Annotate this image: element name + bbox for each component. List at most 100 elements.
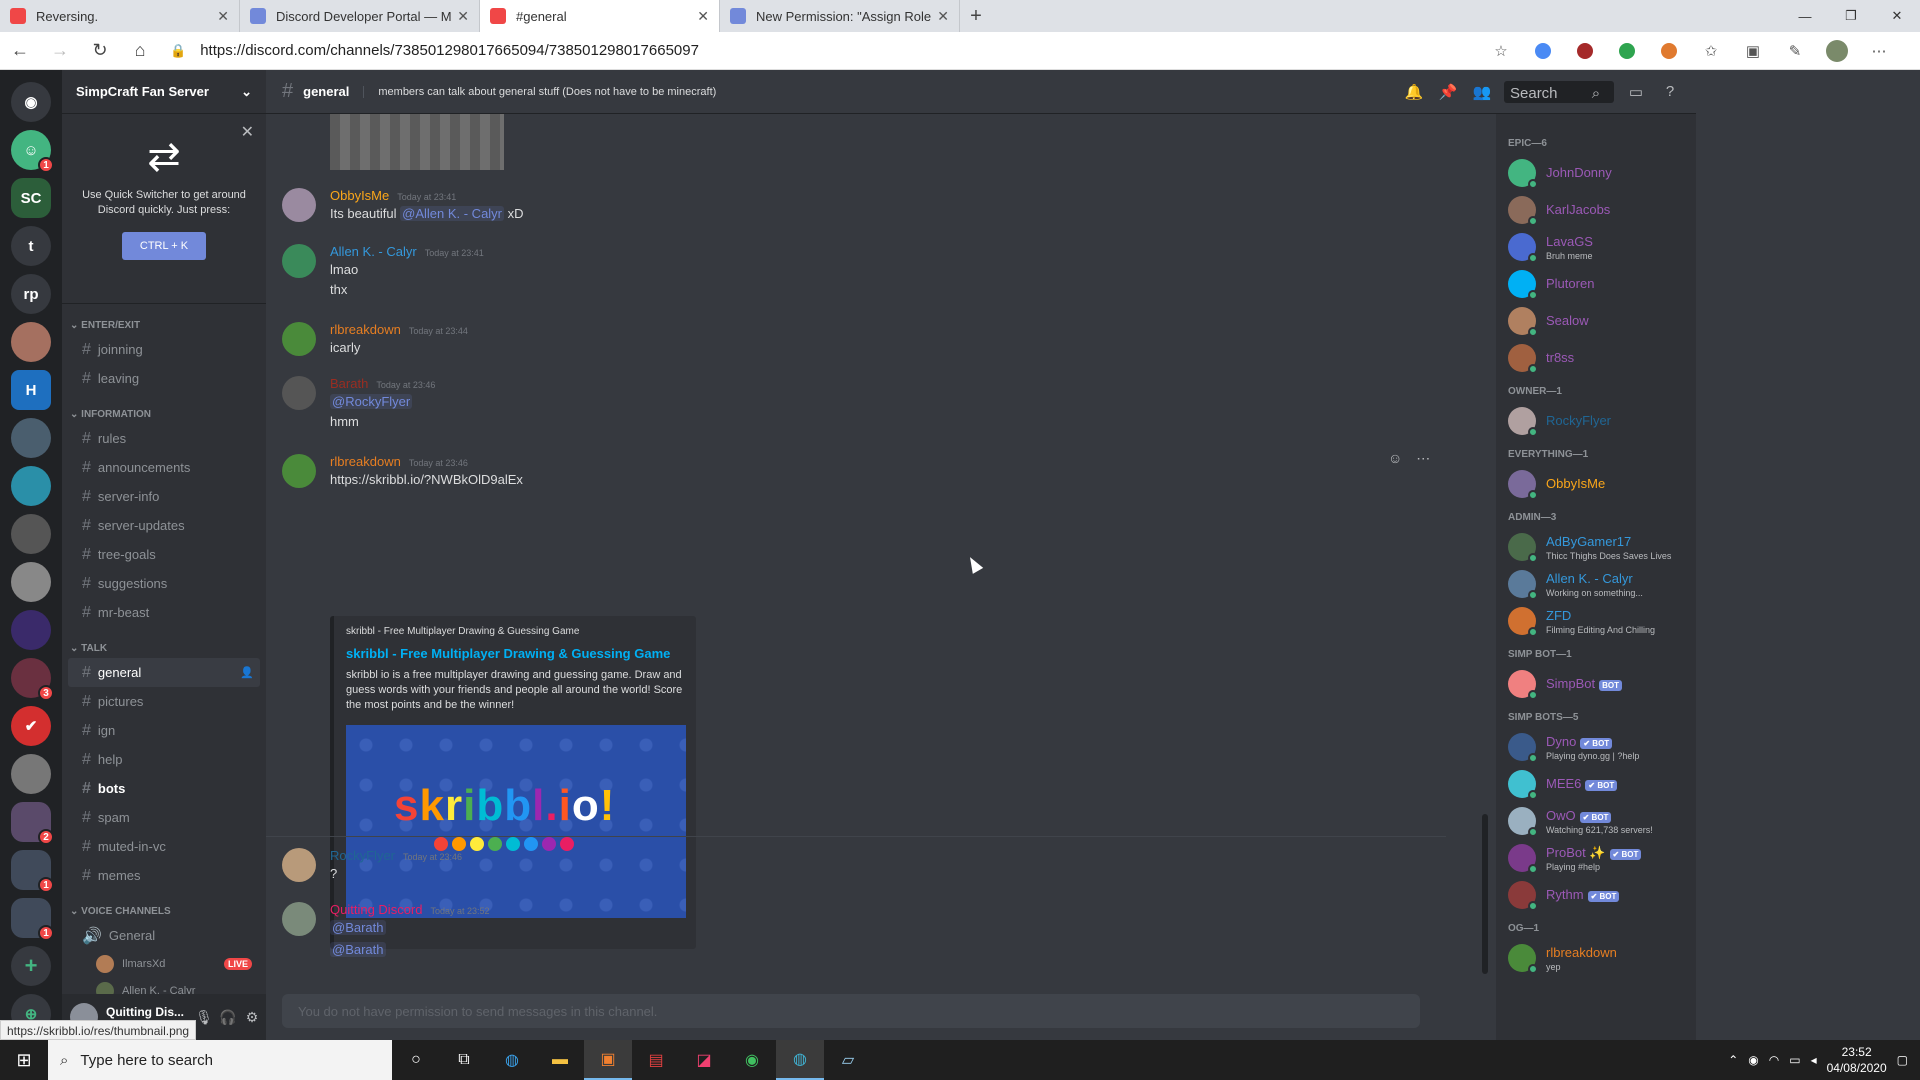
- member-item[interactable]: Dyno ✔ BOT Playing dyno.gg | ?help: [1496, 728, 1696, 765]
- avatar[interactable]: [282, 902, 316, 936]
- browser-tab-2[interactable]: Discord Developer Portal — My ✕: [240, 0, 480, 32]
- server-icon[interactable]: [11, 466, 51, 506]
- bell-icon[interactable]: 🔔: [1402, 83, 1426, 101]
- user-mention[interactable]: @Allen K. - Calyr: [400, 206, 505, 221]
- extension-icon[interactable]: [1522, 32, 1564, 70]
- minimize-icon[interactable]: —: [1782, 0, 1828, 32]
- channel-general[interactable]: # general 👤: [68, 658, 260, 687]
- url-field[interactable]: 🔒 https://discord.com/channels/7385012980…: [160, 36, 1480, 66]
- message-link[interactable]: https://skribbl.io/?NWBkOlD9alEx: [330, 472, 523, 487]
- app-icon[interactable]: ▤: [632, 1040, 680, 1080]
- battery-icon[interactable]: ▭: [1789, 1053, 1800, 1067]
- volume-icon[interactable]: ◂: [1811, 1053, 1817, 1067]
- embed-image[interactable]: skribbl.io!: [346, 725, 686, 918]
- user-mention[interactable]: @Barath: [330, 920, 386, 935]
- server-icon-t[interactable]: t: [11, 226, 51, 266]
- message-author[interactable]: rlbreakdown: [330, 322, 401, 337]
- collections-icon[interactable]: ▣: [1732, 32, 1774, 70]
- member-item[interactable]: KarlJacobs: [1496, 191, 1696, 228]
- browser-tab-3[interactable]: #general ✕: [480, 0, 720, 32]
- avatar[interactable]: [282, 376, 316, 410]
- member-item[interactable]: Allen K. - Calyr Working on something...: [1496, 565, 1696, 602]
- browser-tab-1[interactable]: Reversing. ✕: [0, 0, 240, 32]
- task-view-icon[interactable]: ⧉: [440, 1040, 488, 1080]
- server-icon[interactable]: [11, 514, 51, 554]
- channel-pictures[interactable]: # pictures: [68, 687, 260, 716]
- member-item[interactable]: ProBot ✨ ✔ BOT Playing #help: [1496, 839, 1696, 876]
- channel-leaving[interactable]: # leaving: [68, 364, 260, 393]
- windows-start-icon[interactable]: ⊞: [0, 1040, 48, 1080]
- category-talk[interactable]: ⌄ TALK: [62, 627, 266, 658]
- channel-mr-beast[interactable]: # mr-beast: [68, 598, 260, 627]
- category-information[interactable]: ⌄ INFORMATION: [62, 393, 266, 424]
- user-mention[interactable]: @Barath: [330, 942, 386, 957]
- scrollbar[interactable]: [1482, 814, 1488, 974]
- message-input[interactable]: You do not have permission to send messa…: [282, 994, 1420, 1028]
- help-icon[interactable]: ?: [1658, 83, 1682, 100]
- quick-switcher-button[interactable]: CTRL + K: [121, 232, 207, 260]
- close-icon[interactable]: ✕: [457, 8, 469, 25]
- favorite-star-icon[interactable]: ☆: [1480, 32, 1522, 70]
- message-author[interactable]: ObbyIsMe: [330, 188, 389, 203]
- close-icon[interactable]: ✕: [241, 122, 254, 142]
- back-icon[interactable]: ←: [0, 32, 40, 70]
- member-item[interactable]: AdByGamer17 Thicc Thighs Does Saves Lives: [1496, 528, 1696, 565]
- channel-suggestions[interactable]: # suggestions: [68, 569, 260, 598]
- server-icon-rp[interactable]: rp: [11, 274, 51, 314]
- message-author[interactable]: Barath: [330, 376, 368, 391]
- wifi-icon[interactable]: ◠: [1769, 1053, 1779, 1067]
- home-icon[interactable]: ⌂: [120, 32, 160, 70]
- close-icon[interactable]: ✕: [697, 8, 709, 25]
- edge-icon[interactable]: ◍: [488, 1040, 536, 1080]
- embed-title[interactable]: skribbl - Free Multiplayer Drawing & Gue…: [346, 646, 684, 661]
- more-icon[interactable]: ⋯: [1858, 32, 1900, 70]
- member-item[interactable]: Plutoren: [1496, 265, 1696, 302]
- channel-ign[interactable]: # ign: [68, 716, 260, 745]
- more-icon[interactable]: ⋯: [1416, 450, 1430, 467]
- server-folder-icon[interactable]: 1: [11, 898, 54, 941]
- ublock-icon[interactable]: [1564, 32, 1606, 70]
- member-item[interactable]: ObbyIsMe: [1496, 465, 1696, 502]
- avatar[interactable]: [282, 188, 316, 222]
- close-window-icon[interactable]: ✕: [1874, 0, 1920, 32]
- feedback-icon[interactable]: ✎: [1774, 32, 1816, 70]
- member-item[interactable]: RockyFlyer: [1496, 402, 1696, 439]
- favorites-icon[interactable]: ✩: [1690, 32, 1732, 70]
- server-icon[interactable]: ✔: [11, 706, 51, 746]
- member-item[interactable]: Rythm ✔ BOT: [1496, 876, 1696, 913]
- category-enter-exit[interactable]: ⌄ ENTER/EXIT: [62, 304, 266, 335]
- friends-icon[interactable]: ☺ 1: [11, 130, 54, 173]
- edge-beta-icon[interactable]: ◍: [776, 1040, 824, 1080]
- member-item[interactable]: OwO ✔ BOT Watching 621,738 servers!: [1496, 802, 1696, 839]
- notepad-icon[interactable]: ▱: [824, 1040, 872, 1080]
- message-author[interactable]: RockyFlyer: [330, 848, 395, 863]
- profile-avatar[interactable]: [1816, 32, 1858, 70]
- add-server-icon[interactable]: +: [11, 946, 51, 986]
- gear-icon[interactable]: ⚙: [240, 1009, 264, 1026]
- app-icon[interactable]: ▣: [584, 1040, 632, 1080]
- member-item[interactable]: SimpBot BOT: [1496, 665, 1696, 702]
- discord-home-icon[interactable]: ◉: [11, 82, 51, 122]
- search-input[interactable]: Search ⌕: [1504, 80, 1614, 103]
- category-voice-channels[interactable]: ⌄ VOICE CHANNELS: [62, 890, 266, 921]
- channel-announcements[interactable]: # announcements: [68, 453, 260, 482]
- forward-icon[interactable]: →: [40, 32, 80, 70]
- avatar[interactable]: [282, 322, 316, 356]
- voice-channel-general[interactable]: 🔊 General: [68, 921, 260, 950]
- clock[interactable]: 23:52 04/08/2020: [1827, 1044, 1887, 1076]
- member-item[interactable]: MEE6 ✔ BOT: [1496, 765, 1696, 802]
- channel-rules[interactable]: # rules: [68, 424, 260, 453]
- channel-bots[interactable]: # bots: [68, 774, 260, 803]
- browser-tab-4[interactable]: New Permission: "Assign Roles" ✕: [720, 0, 960, 32]
- intellij-icon[interactable]: ◪: [680, 1040, 728, 1080]
- shield-icon[interactable]: [1606, 32, 1648, 70]
- members-icon[interactable]: 👥: [1470, 83, 1494, 101]
- channel-joinning[interactable]: # joinning: [68, 335, 260, 364]
- channel-spam[interactable]: # spam: [68, 803, 260, 832]
- maximize-icon[interactable]: ❐: [1828, 0, 1874, 32]
- taskbar-search-input[interactable]: ⌕ Type here to search: [48, 1040, 392, 1080]
- close-icon[interactable]: ✕: [937, 8, 949, 25]
- voice-user[interactable]: IlmarsXd LIVE: [62, 950, 266, 977]
- server-icon[interactable]: 3: [11, 658, 54, 701]
- member-item[interactable]: JohnDonny: [1496, 154, 1696, 191]
